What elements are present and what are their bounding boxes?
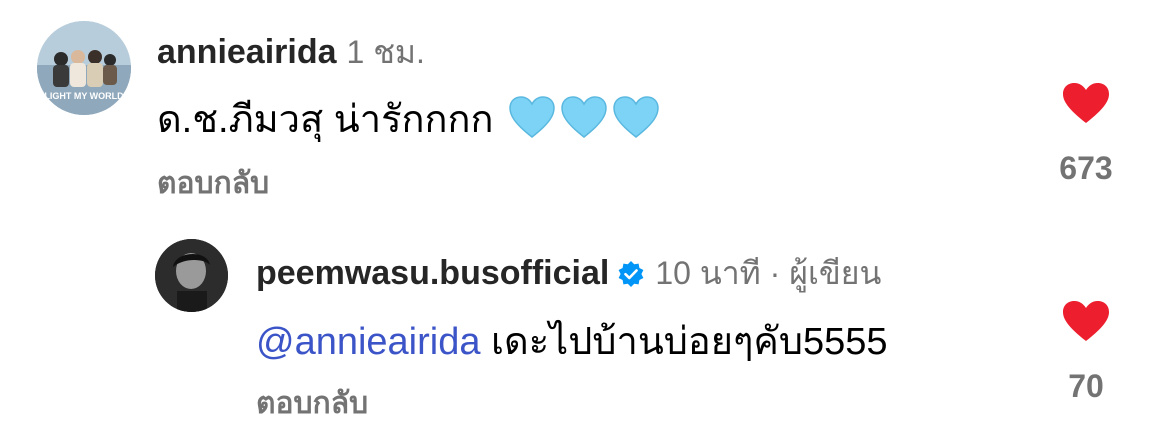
like-heart-icon[interactable] [1062,300,1110,347]
username[interactable]: annieairida [157,33,337,71]
like-heart-icon[interactable] [1062,82,1110,129]
light-blue-heart-emoji-icon [508,95,556,149]
mention-link[interactable]: @annieairida [256,321,481,363]
comment-body: ด.ช.ภีมวสุ น่ารักกกก [157,99,494,141]
timestamp-author-label: 10 นาที · ผู้เขียน [655,255,882,291]
timestamp: 1 ชม. [346,34,425,70]
comment-header: annieairida 1 ชม. [157,27,425,78]
like-count: 673 [1059,150,1113,186]
reply-button[interactable]: ตอบกลับ [256,380,368,427]
author-avatar[interactable] [155,239,228,312]
comment-text: ด.ช.ภีมวสุ น่ารักกกก [157,88,660,149]
avatar-photo: LIGHT MY WORLD [37,21,131,115]
avatar-photo [155,239,228,312]
like-count: 70 [1068,368,1104,404]
comment-header: peemwasu.busofficial 10 นาที · ผู้เขียน [256,248,881,299]
comment-body: เดะไปบ้านบ่อยๆคับ5555 [480,321,888,363]
verified-badge-icon [617,258,645,297]
avatar-caption: LIGHT MY WORLD [44,91,124,101]
commenter-avatar[interactable]: LIGHT MY WORLD [37,21,131,115]
reply-button[interactable]: ตอบกลับ [157,160,269,207]
light-blue-heart-emoji-icon [612,95,660,149]
username[interactable]: peemwasu.busofficial [256,254,609,292]
light-blue-heart-emoji-icon [560,95,608,149]
comment-text: @annieairida เดะไปบ้านบ่อยๆคับ5555 [256,310,888,371]
